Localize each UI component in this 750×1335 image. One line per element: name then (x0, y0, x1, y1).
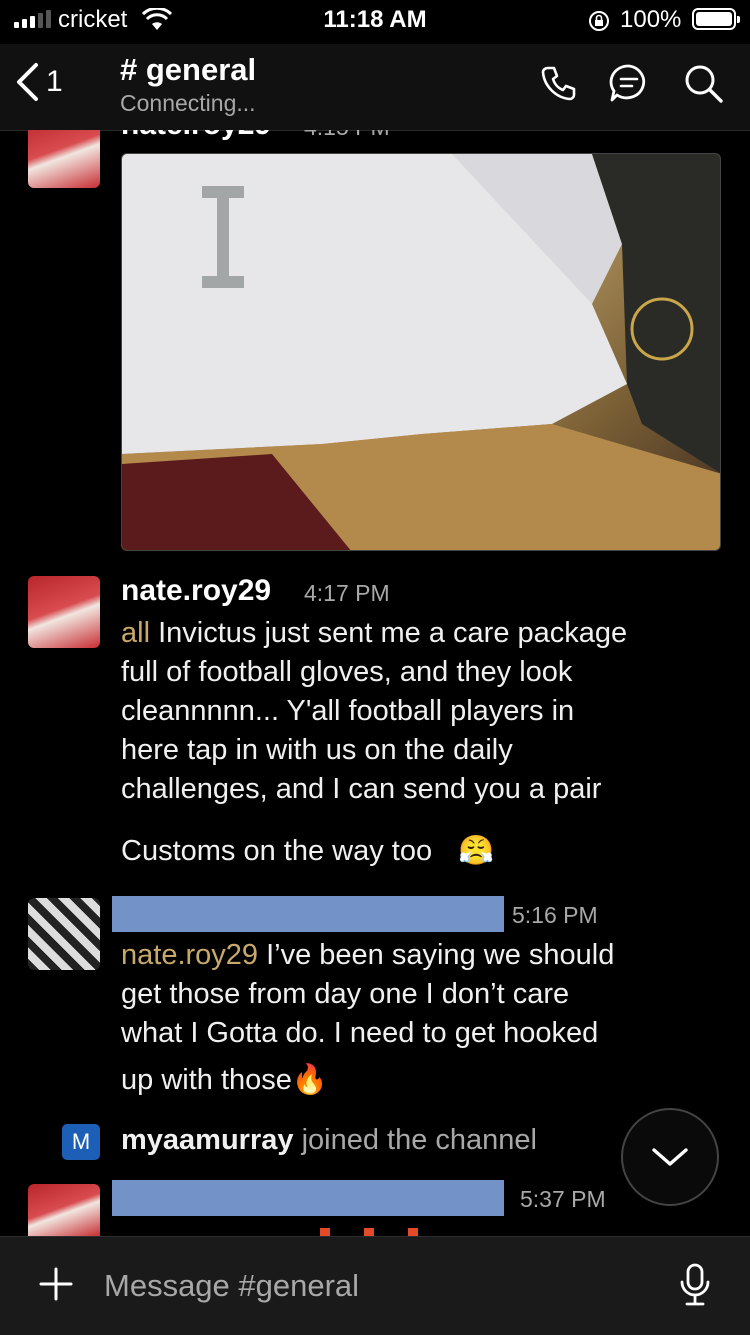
join-message: myaamurray joined the channel (121, 1124, 537, 1156)
message-input[interactable]: Message #general (104, 1268, 359, 1304)
username[interactable]: nate.roy29 (121, 574, 271, 608)
message-text: all Invictus just sent me a care package… (121, 617, 628, 805)
avatar[interactable] (28, 130, 100, 188)
timestamp: 4:17 PM (304, 580, 390, 606)
chevron-left-icon (17, 63, 38, 101)
scroll-to-bottom-button[interactable] (621, 1108, 719, 1206)
status-bar: cricket 11:18 AM 100% (0, 0, 750, 44)
back-button[interactable]: 1 (14, 62, 63, 102)
battery-percent: 100% (620, 6, 682, 33)
avatar[interactable] (28, 1184, 100, 1236)
rotation-lock-icon (589, 11, 609, 31)
partial-emoji-row (320, 1228, 430, 1236)
search-icon[interactable] (682, 62, 724, 104)
redacted-username (112, 1180, 504, 1216)
message-image[interactable] (121, 153, 721, 551)
microphone-icon[interactable] (678, 1262, 712, 1308)
glove-photo (122, 154, 720, 550)
system-badge: M (62, 1124, 100, 1160)
connection-status: Connecting... (120, 90, 256, 116)
avatar[interactable] (28, 898, 100, 970)
emoji: 😤 (458, 835, 495, 867)
channel-title[interactable]: # general (120, 52, 256, 88)
username[interactable]: myaamurray (121, 1124, 294, 1156)
unread-count: 1 (46, 65, 63, 98)
redacted-username (112, 896, 504, 932)
battery-icon (692, 8, 740, 30)
thread-icon[interactable] (608, 62, 650, 104)
message-text: Customs on the way too 😤 (121, 835, 495, 867)
mention[interactable]: all (121, 617, 150, 649)
message-text: nate.roy29 I’ve been saying we should ge… (121, 939, 615, 1096)
phone-icon[interactable] (540, 64, 578, 102)
mention[interactable]: nate.roy29 (121, 939, 258, 971)
plus-icon[interactable] (38, 1266, 74, 1302)
avatar[interactable] (28, 576, 100, 648)
timestamp: 4:15 PM (304, 130, 390, 141)
emoji: 🔥 (291, 1064, 328, 1096)
timestamp: 5:16 PM (512, 902, 598, 928)
timestamp: 5:37 PM (520, 1186, 606, 1212)
username[interactable]: nate.roy29 (121, 130, 271, 142)
chevron-down-icon (652, 1148, 688, 1166)
